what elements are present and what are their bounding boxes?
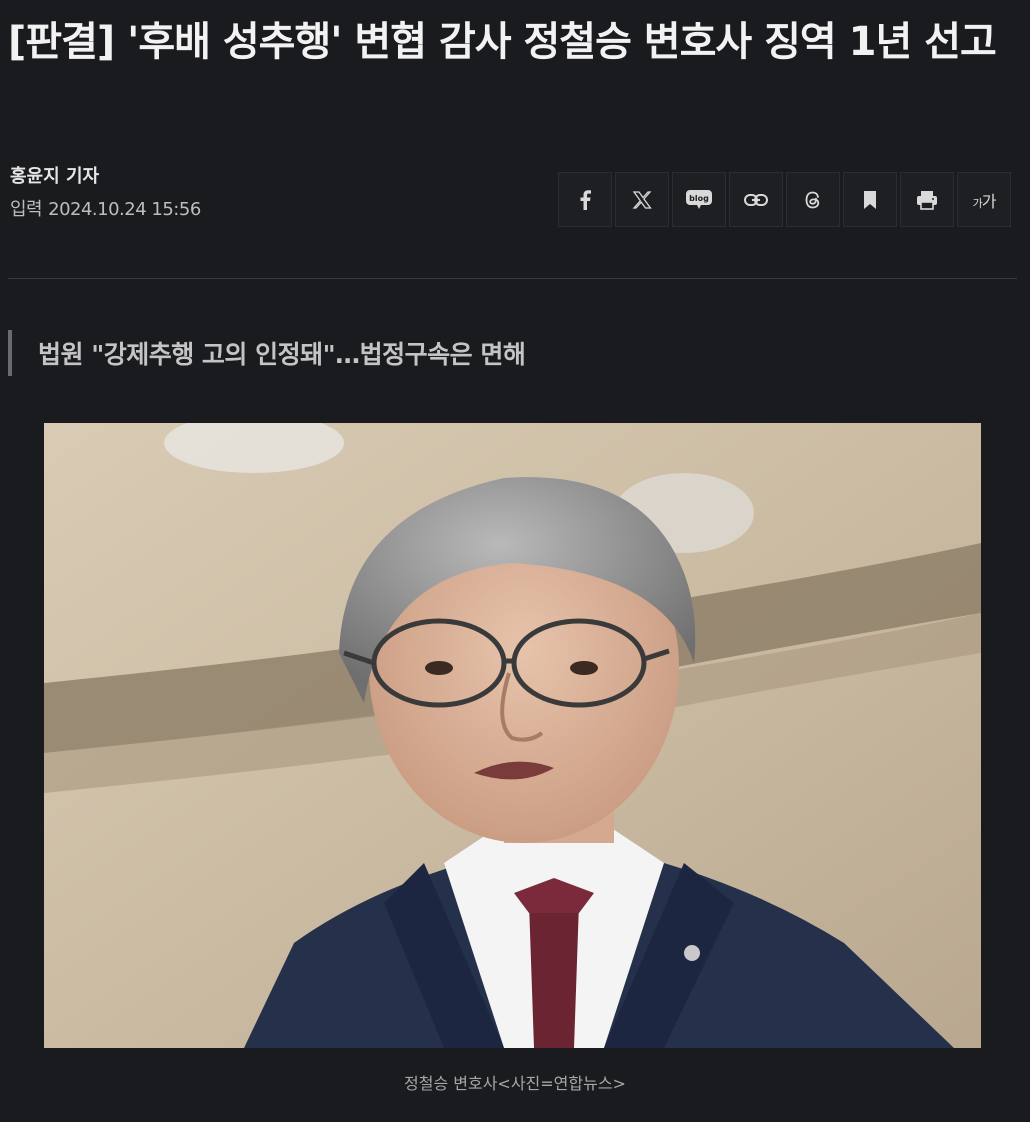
- threads-icon: [804, 190, 822, 210]
- blog-share-button[interactable]: blog: [672, 172, 726, 227]
- byline: 홍윤지 기자 입력 2024.10.24 15:56: [10, 164, 201, 222]
- link-icon: [744, 193, 768, 207]
- blog-icon-label: blog: [689, 194, 709, 203]
- subtitle-block: 법원 "강제추행 고의 인정돼"…법정구속은 면해: [8, 330, 526, 376]
- threads-share-button[interactable]: [786, 172, 840, 227]
- publish-date: 입력 2024.10.24 15:56: [10, 198, 201, 222]
- bookmark-icon: [863, 190, 877, 210]
- bookmark-button[interactable]: [843, 172, 897, 227]
- share-toolbar: blog 가가: [558, 172, 1011, 227]
- header-divider: [8, 278, 1017, 279]
- article-headline: [판결] '후배 성추행' 변협 감사 정철승 변호사 징역 1년 선고: [8, 19, 997, 65]
- print-button[interactable]: [900, 172, 954, 227]
- blog-icon: blog: [685, 189, 713, 211]
- photo-caption: 정철승 변호사<사진=연합뉴스>: [404, 1074, 626, 1093]
- facebook-icon: [579, 189, 591, 210]
- print-icon: [916, 190, 938, 210]
- date-label: 입력: [10, 199, 43, 220]
- font-size-small-glyph: 가: [972, 196, 983, 210]
- font-size-button[interactable]: 가가: [957, 172, 1011, 227]
- date-value: 2024.10.24 15:56: [48, 199, 201, 220]
- reporter-name[interactable]: 홍윤지 기자: [10, 164, 201, 190]
- facebook-share-button[interactable]: [558, 172, 612, 227]
- x-share-button[interactable]: [615, 172, 669, 227]
- font-size-large-glyph: 가: [981, 191, 997, 211]
- article-subtitle: 법원 "강제추행 고의 인정돼"…법정구속은 면해: [38, 340, 526, 369]
- font-size-icon: 가가: [972, 188, 997, 212]
- x-icon: [632, 190, 652, 210]
- article-photo: [44, 423, 981, 1048]
- copy-link-button[interactable]: [729, 172, 783, 227]
